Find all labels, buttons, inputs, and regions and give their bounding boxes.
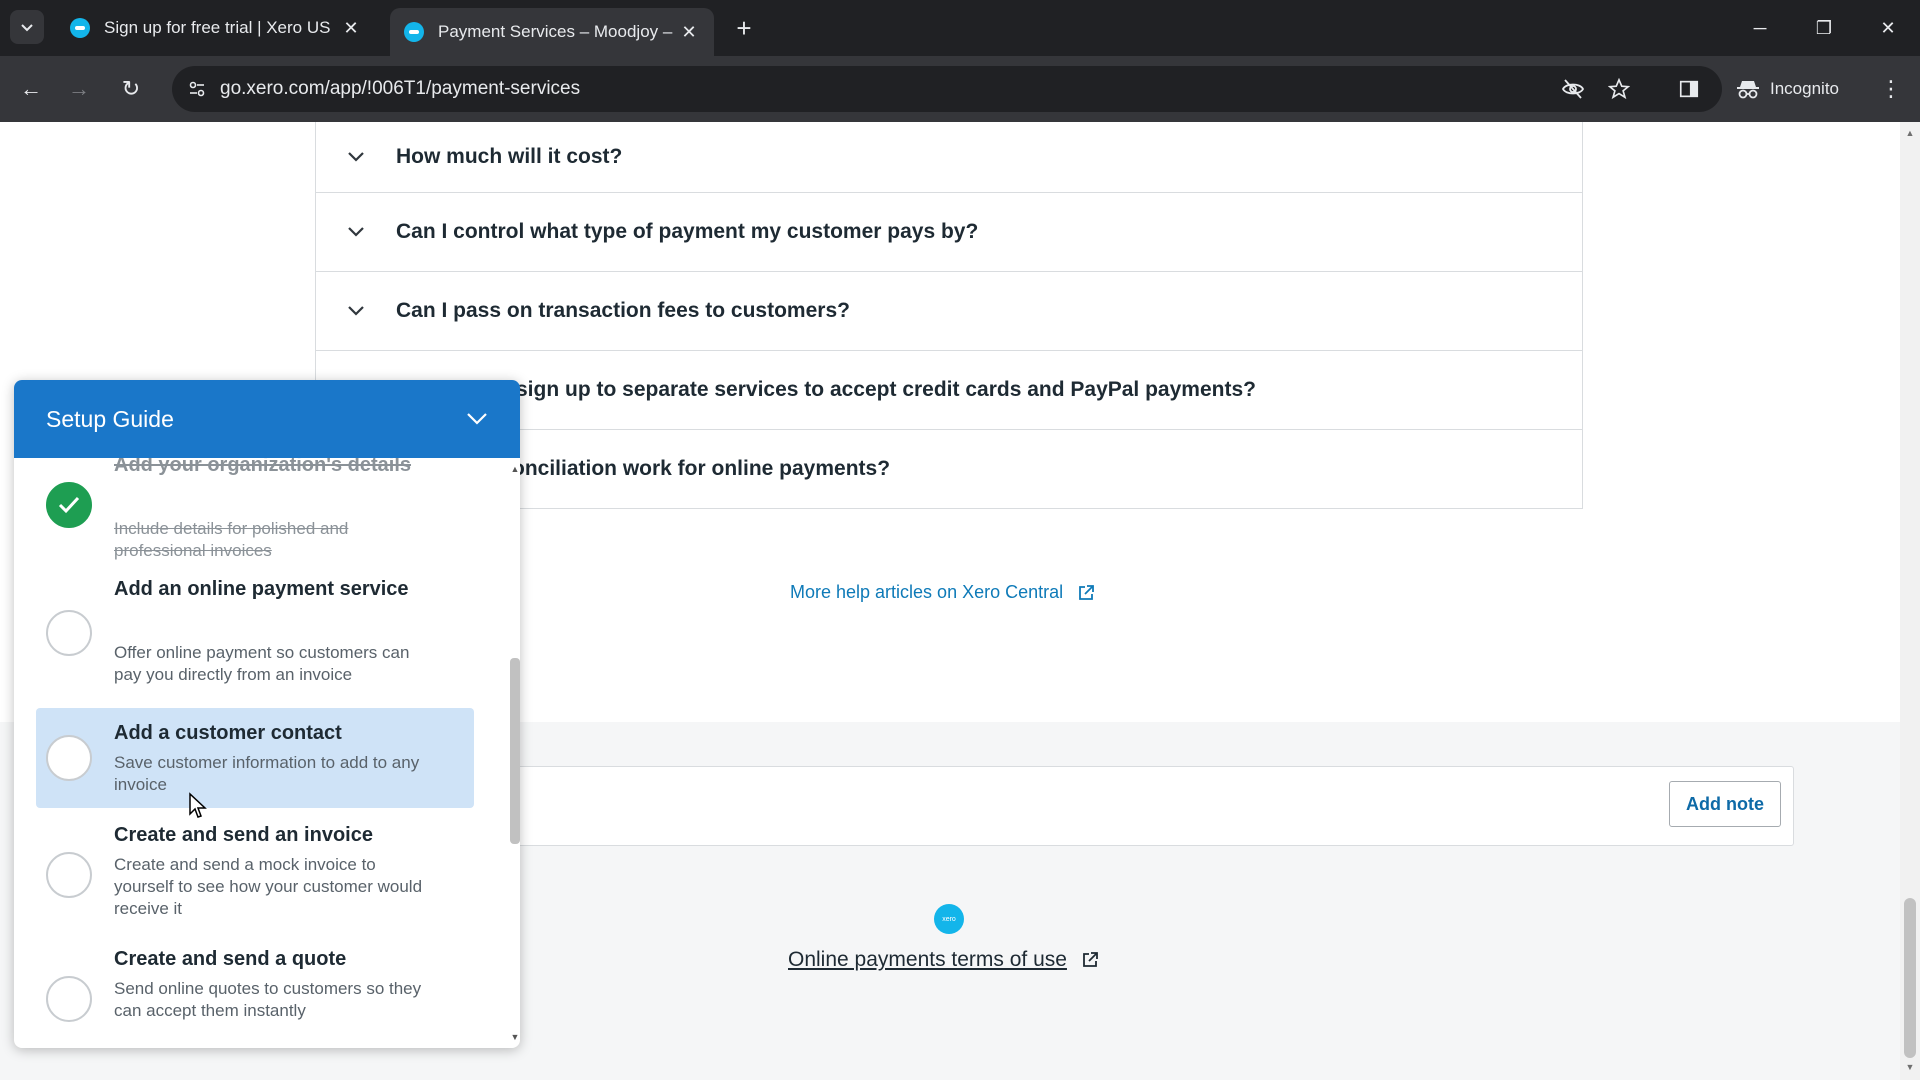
step-title: Add a customer contact — [114, 722, 342, 744]
external-link-icon — [1079, 584, 1095, 600]
setup-guide-panel: Setup Guide Add your organization's deta… — [14, 380, 520, 1048]
step-status-circle — [46, 735, 92, 781]
scroll-down-icon[interactable]: ▼ — [510, 1032, 520, 1042]
xero-favicon-icon — [70, 18, 90, 38]
setup-step[interactable]: Create and send a quote Send online quot… — [36, 942, 474, 1042]
step-title: Add an online payment service — [114, 578, 409, 600]
close-icon[interactable]: ✕ — [678, 21, 700, 43]
tab-search-button[interactable] — [10, 10, 44, 44]
incognito-icon — [1737, 81, 1759, 99]
help-link-label: More help articles on Xero Central — [790, 582, 1064, 602]
back-arrow-icon[interactable]: ← — [14, 72, 48, 106]
step-status-circle — [46, 852, 92, 898]
setup-step[interactable]: Add your organization's details Include … — [36, 458, 474, 568]
chevron-down-icon — [316, 151, 396, 163]
step-title: Create and send a quote — [114, 948, 347, 970]
step-title: Create and send an invoice — [114, 824, 373, 846]
check-circle-icon — [46, 482, 92, 528]
setup-step[interactable]: Add an online payment service Offer onli… — [36, 570, 474, 698]
scroll-up-icon[interactable]: ▲ — [510, 464, 520, 474]
faq-question: onciliation work for online payments? — [512, 457, 891, 480]
mouse-cursor-icon — [189, 792, 207, 818]
restore-icon[interactable]: ❐ — [1804, 10, 1844, 46]
url-text: go.xero.com/app/!006T1/payment-services — [220, 78, 581, 99]
side-panel-icon[interactable] — [1672, 72, 1706, 106]
tab-title: Sign up for free trial | Xero US — [104, 18, 331, 37]
terms-link-label: Online payments terms of use — [788, 948, 1067, 971]
setup-guide-header[interactable]: Setup Guide — [14, 380, 520, 458]
eye-off-icon[interactable] — [1556, 72, 1590, 106]
online-payments-terms-link[interactable]: Online payments terms of use — [788, 948, 1099, 972]
external-link-icon — [1083, 952, 1098, 967]
setup-step[interactable]: Add a customer contact Save customer inf… — [36, 708, 474, 808]
scroll-up-icon[interactable]: ▲ — [1905, 128, 1915, 138]
faq-question: Can I control what type of payment my cu… — [396, 220, 979, 243]
tab-payment-services[interactable]: Payment Services – Moodjoy – ✕ — [390, 8, 714, 56]
xero-central-help-link[interactable]: More help articles on Xero Central — [790, 582, 1095, 603]
page-scrollbar[interactable]: ▲ ▼ — [1900, 122, 1920, 1080]
minimize-icon[interactable]: ─ — [1740, 10, 1780, 46]
faq-item[interactable]: Can I control what type of payment my cu… — [316, 192, 1582, 271]
faq-item[interactable]: How much will it cost? — [316, 122, 1582, 192]
step-description: Offer online payment so customers can pa… — [114, 643, 410, 684]
close-icon[interactable]: ✕ — [340, 17, 362, 39]
step-status-circle — [46, 976, 92, 1022]
new-tab-button[interactable]: + — [730, 14, 758, 42]
step-description: Save customer information to add to any … — [114, 753, 420, 794]
add-note-button[interactable]: Add note — [1669, 781, 1781, 827]
forward-arrow-icon[interactable]: → — [62, 72, 96, 106]
browser-toolbar: ← → ↻ go.xero.com/app/!006T1/payment-ser… — [0, 56, 1920, 122]
close-window-icon[interactable]: ✕ — [1868, 10, 1908, 46]
tab-xero-signup[interactable]: Sign up for free trial | Xero US ✕ — [56, 8, 376, 48]
step-title: Add your organization's details — [114, 458, 412, 476]
faq-question: How much will it cost? — [396, 145, 623, 168]
chevron-down-icon — [316, 305, 396, 317]
tab-title: Payment Services – Moodjoy – — [438, 22, 673, 41]
setup-guide-title: Setup Guide — [46, 405, 174, 432]
scrollbar-thumb[interactable] — [1904, 898, 1916, 1058]
incognito-indicator[interactable]: Incognito — [1724, 70, 1851, 108]
site-info-icon[interactable] — [182, 74, 212, 104]
setup-guide-steps: Add your organization's details Include … — [14, 458, 498, 1048]
chevron-down-icon — [316, 226, 396, 238]
notes-card: Add note — [430, 766, 1794, 846]
kebab-menu-icon[interactable]: ⋮ — [1874, 72, 1908, 106]
step-description: Include details for polished and profess… — [114, 519, 349, 560]
reload-icon[interactable]: ↻ — [114, 72, 148, 106]
address-bar[interactable]: go.xero.com/app/!006T1/payment-services — [172, 66, 1722, 112]
setup-step[interactable]: Create and send an invoice Create and se… — [36, 818, 474, 928]
step-status-circle — [46, 610, 92, 656]
star-icon[interactable] — [1602, 72, 1636, 106]
step-description: Create and send a mock invoice to yourse… — [114, 855, 423, 918]
browser-tab-bar: Sign up for free trial | Xero US ✕ Payme… — [0, 0, 1920, 56]
scrollbar-thumb[interactable] — [510, 658, 520, 844]
faq-question: Can I pass on transaction fees to custom… — [396, 299, 850, 322]
xero-logo: xero — [934, 904, 964, 934]
setup-guide-scrollbar[interactable]: ▲ ▼ — [510, 458, 520, 1048]
scroll-down-icon[interactable]: ▼ — [1905, 1062, 1915, 1072]
faq-item[interactable]: Can I pass on transaction fees to custom… — [316, 271, 1582, 350]
faq-question: sign up to separate services to accept c… — [516, 378, 1256, 401]
xero-favicon-icon — [404, 22, 424, 42]
step-description: Send online quotes to customers so they … — [114, 979, 422, 1020]
chevron-down-icon — [21, 24, 33, 32]
chevron-down-icon[interactable] — [466, 412, 488, 426]
incognito-label: Incognito — [1770, 79, 1839, 98]
